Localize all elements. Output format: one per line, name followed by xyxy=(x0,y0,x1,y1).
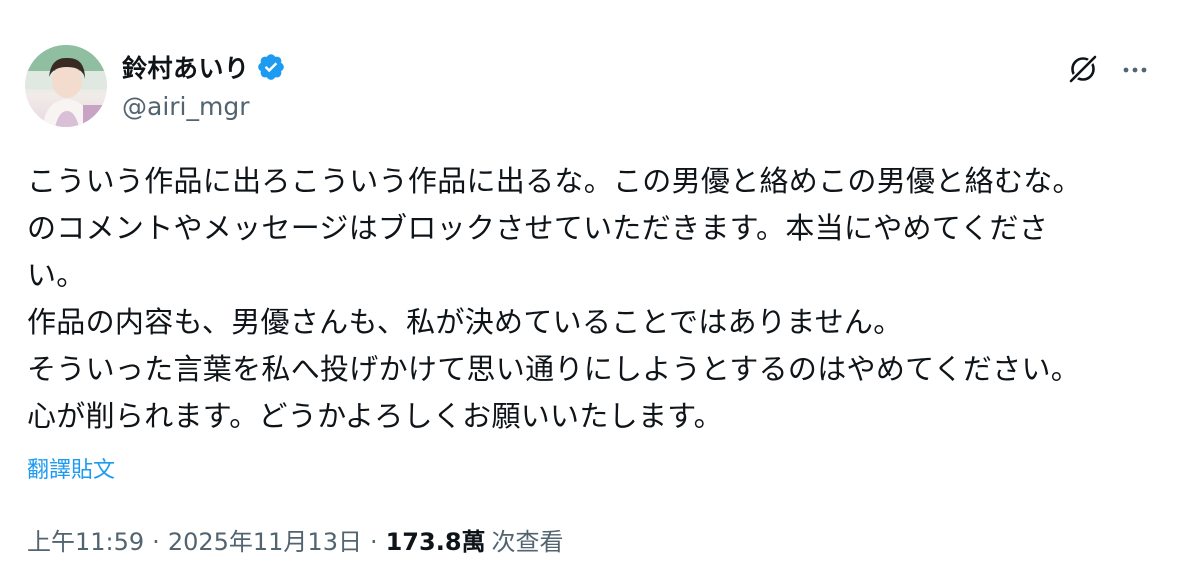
author-display-name[interactable]: 鈴村あいり xyxy=(122,49,250,85)
grok-icon[interactable] xyxy=(1066,52,1100,86)
tweet: 鈴村あいり @airi_mgr こういう作品に出ろこういう作品に出るな。この男優… xyxy=(0,0,1180,572)
meta-separator: · xyxy=(369,528,378,556)
tweet-text-line: 心が削られます。どうかよろしくお願いいたします。 xyxy=(27,399,723,433)
avatar[interactable] xyxy=(25,45,107,127)
tweet-text-line: こういう作品に出ろこういう作品に出るな。この男優と絡めこの男優と絡むな。 xyxy=(27,164,1082,198)
tweet-text: こういう作品に出ろこういう作品に出るな。この男優と絡めこの男優と絡むな。 のコメ… xyxy=(27,158,1152,440)
verified-badge-icon xyxy=(257,54,284,80)
meta-separator: · xyxy=(152,528,160,556)
translate-post-link[interactable]: 翻譯貼文 xyxy=(27,452,115,484)
views-label: 次查看 xyxy=(491,528,564,556)
tweet-text-line: のコメントやメッセージはブロックさせていただきます。本当にやめてくださ xyxy=(27,211,1049,245)
tweet-text-line: 作品の内容も、男優さんも、私が決めていることではありません。 xyxy=(27,305,903,339)
tweet-meta: 上午11:59 · 2025年11月13日 · 173.8萬 次查看 xyxy=(27,522,564,557)
tweet-text-line: そういった言葉を私へ投げかけて思い通りにしようとするのはやめてください。 xyxy=(27,352,1081,386)
views-count: 173.8萬 xyxy=(385,528,486,556)
author-handle[interactable]: @airi_mgr xyxy=(122,92,250,121)
author-name-row: 鈴村あいり xyxy=(122,50,286,84)
post-time[interactable]: 上午11:59 xyxy=(27,522,144,557)
more-options-icon[interactable] xyxy=(1118,52,1152,86)
avatar-image xyxy=(25,45,107,127)
post-date[interactable]: 2025年11月13日 xyxy=(168,522,362,557)
tweet-text-line: い。 xyxy=(27,258,86,292)
